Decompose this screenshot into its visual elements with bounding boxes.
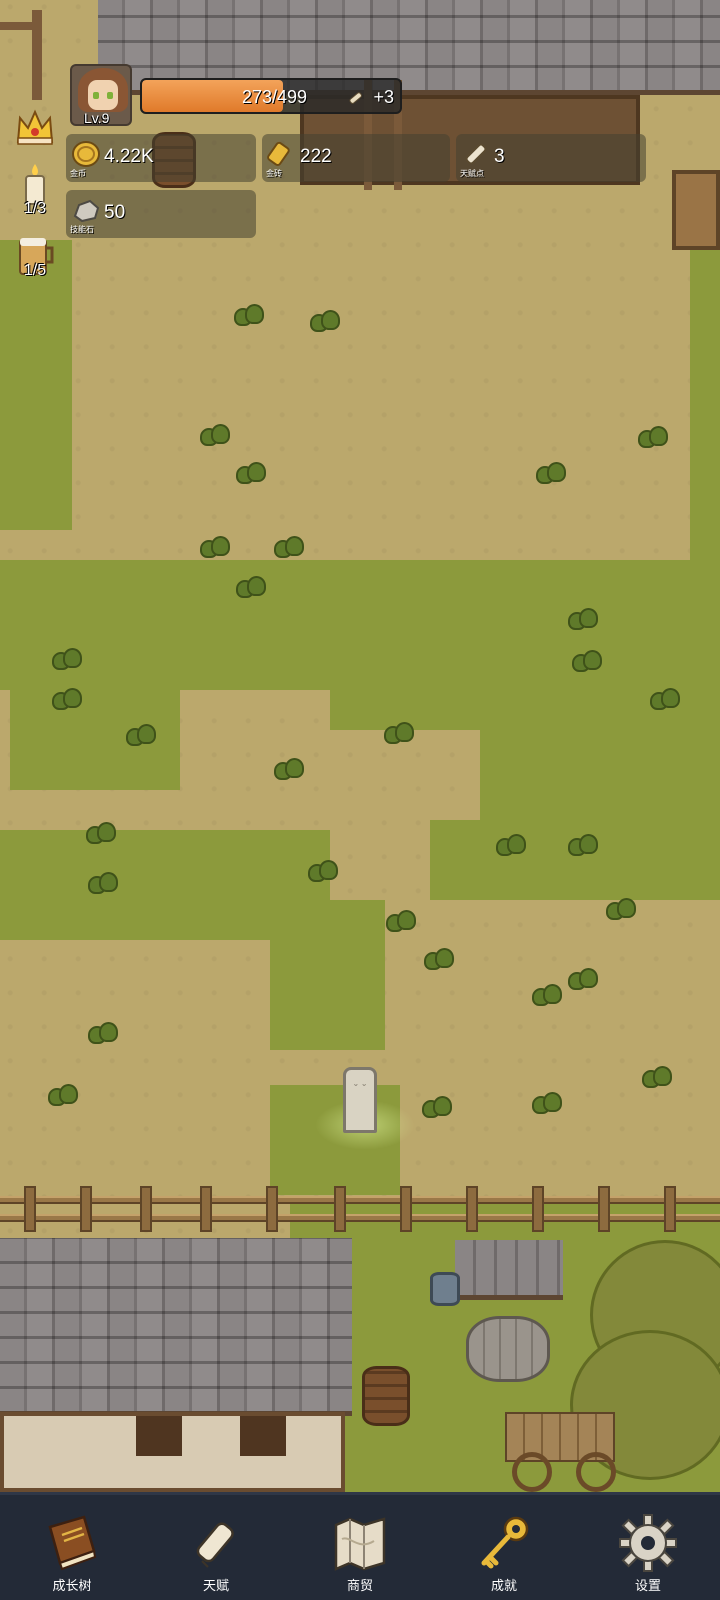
crop-sprout[interactable] (534, 460, 566, 484)
talent-points-value: 3 (494, 146, 505, 167)
beer-count: 1/5 (23, 262, 47, 279)
crop-sprout[interactable] (648, 686, 680, 710)
xp-bar: 273/499 +3 (140, 78, 402, 114)
gold-value: 4.22K (104, 146, 154, 167)
player-level: Lv.9 (84, 110, 110, 126)
bucket (430, 1272, 460, 1306)
gear-icon (619, 1514, 677, 1572)
crop-sprout[interactable] (198, 422, 230, 446)
crop-sprout[interactable] (50, 686, 82, 710)
crop-sprout[interactable] (384, 908, 416, 932)
crop-carrot[interactable] (566, 966, 598, 990)
crop-sprout[interactable] (272, 534, 304, 558)
crop-sprout[interactable] (382, 720, 414, 744)
cart-wheel (576, 1452, 616, 1492)
crop-carrot[interactable] (84, 820, 116, 844)
nav-label: 成就 (490, 1578, 517, 1593)
skill-stone-value: 50 (104, 202, 126, 223)
crop-sprout[interactable] (234, 460, 266, 484)
nav-label: 设置 (634, 1578, 661, 1593)
skill-stone-resource[interactable]: 50 技能石 (66, 190, 256, 238)
candle-count: 1/3 (23, 200, 47, 217)
barn-roof (0, 1238, 352, 1416)
nav-achievement[interactable]: 成就 (432, 1495, 576, 1600)
crop-carrot[interactable] (604, 896, 636, 920)
gold-caption: 金币 (70, 169, 86, 178)
grass-patch (480, 720, 720, 900)
crop-sprout[interactable] (308, 308, 340, 332)
nav-trade[interactable]: 商贸 (288, 1495, 432, 1600)
crop-sprout[interactable] (570, 648, 602, 672)
hud: Lv.9 273/499 +3 4.22K 金币 222 金砖 3 天赋点 50… (0, 0, 720, 300)
nav-settings[interactable]: 设置 (576, 1495, 720, 1600)
stone-icon (73, 199, 100, 223)
crop-sprout[interactable] (272, 756, 304, 780)
cart-wheel (512, 1452, 552, 1492)
crop-sprout[interactable] (422, 946, 454, 970)
map-icon (334, 1517, 386, 1571)
wooden-fence (0, 1186, 720, 1232)
crop-sprout[interactable] (234, 574, 266, 598)
barrel (362, 1366, 410, 1426)
stone-marker[interactable]: ˘ ˘ (343, 1067, 377, 1133)
nav-label: 成长树 (52, 1578, 92, 1593)
scroll-icon (465, 143, 487, 165)
grass-patch (270, 900, 385, 1050)
crop-sprout[interactable] (198, 534, 230, 558)
crop-sprout[interactable] (530, 982, 562, 1006)
crop-sprout[interactable] (86, 1020, 118, 1044)
crop-sprout[interactable] (566, 606, 598, 630)
gold-brick-resource[interactable]: 222 金砖 (262, 134, 450, 182)
nav-talent[interactable]: 天赋 (144, 1495, 288, 1600)
crown-icon[interactable] (14, 104, 56, 150)
well-roof (455, 1240, 563, 1300)
xp-bonus: +3 (373, 87, 394, 107)
crop-sprout[interactable] (420, 1094, 452, 1118)
crop-sprout[interactable] (232, 302, 264, 326)
gold-brick-caption: 金砖 (266, 169, 282, 178)
stone-face: ˘ ˘ (353, 1084, 367, 1095)
crop-sprout[interactable] (50, 646, 82, 670)
skill-stone-caption: 技能石 (70, 225, 94, 234)
crop-sprout[interactable] (530, 1090, 562, 1114)
gold-coin-icon (72, 141, 100, 167)
gold-brick-icon (267, 141, 290, 166)
talent-points-caption: 天赋点 (460, 169, 484, 178)
scroll-icon (196, 1522, 234, 1568)
crop-carrot[interactable] (306, 858, 338, 882)
crop-sprout[interactable] (86, 870, 118, 894)
nav-label: 天赋 (202, 1578, 229, 1593)
key-icon (481, 1516, 529, 1569)
crop-carrot[interactable] (46, 1082, 78, 1106)
scroll-icon (349, 92, 362, 104)
crop-sprout[interactable] (640, 1064, 672, 1088)
crop-cabbage[interactable] (636, 424, 668, 448)
water-well[interactable] (466, 1316, 550, 1382)
gold-brick-value: 222 (300, 146, 332, 167)
talent-points-resource[interactable]: 3 天赋点 (456, 134, 646, 182)
grass-patch (0, 560, 720, 690)
crop-sprout[interactable] (566, 832, 598, 856)
bottom-nav: 成长树 天赋 商贸 成就 设置 (0, 1492, 720, 1600)
gold-resource[interactable]: 4.22K 金币 (66, 134, 256, 182)
crop-sprout[interactable] (124, 722, 156, 746)
barn-door (240, 1416, 286, 1456)
nav-growth-tree[interactable]: 成长树 (0, 1495, 144, 1600)
crop-sprout[interactable] (494, 832, 526, 856)
book-icon (48, 1515, 97, 1571)
nav-label: 商贸 (346, 1578, 373, 1593)
barn-door (136, 1416, 182, 1456)
